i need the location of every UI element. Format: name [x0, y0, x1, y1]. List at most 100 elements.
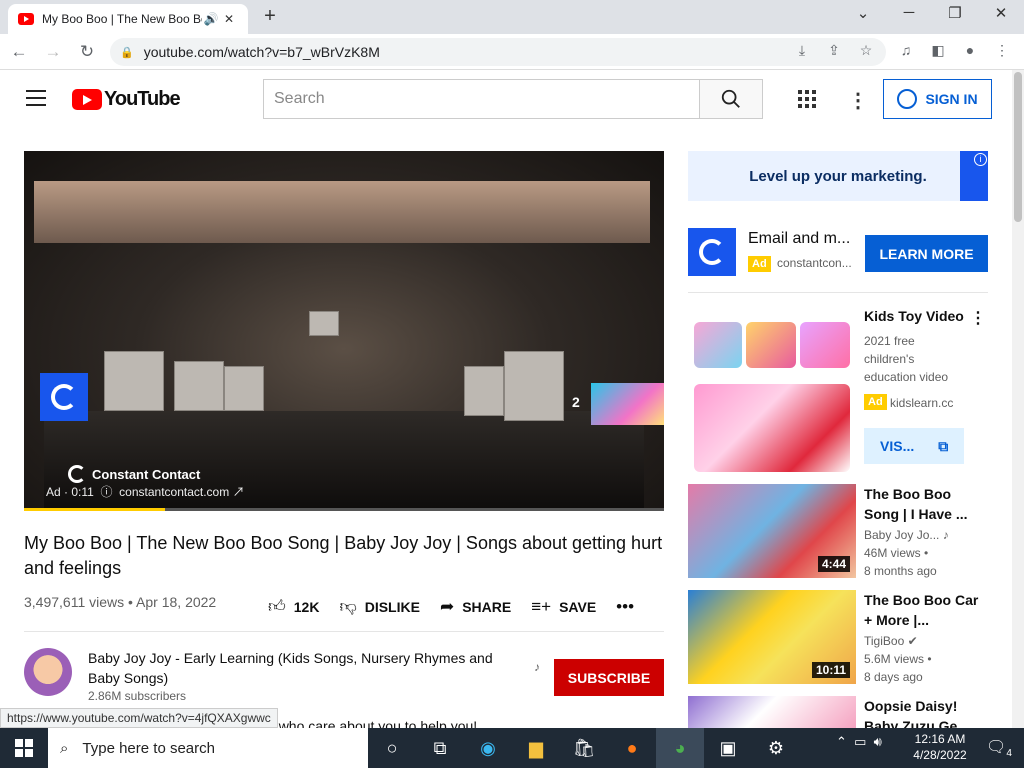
channel-name[interactable]: Baby Joy Joy - Early Learning (Kids Song…: [88, 648, 528, 688]
cortana-icon[interactable]: ○: [368, 728, 416, 768]
video-actions: 👍︎ 12K 👎︎ DISLIKE ➦ SHARE ≡+ SAVE •••: [268, 596, 654, 617]
task-view-icon[interactable]: ⧉: [416, 728, 464, 768]
video-thumbnail[interactable]: [688, 696, 856, 728]
taskbar-search[interactable]: ⌕ Type here to search: [48, 728, 368, 768]
recommendation-title[interactable]: The Boo Boo Song | I Have ...: [864, 484, 984, 524]
kids-ad-menu-icon[interactable]: ⋮: [970, 308, 986, 328]
channel-avatar[interactable]: [24, 648, 72, 696]
back-button[interactable]: ←: [4, 42, 34, 62]
photos-icon[interactable]: ▣: [704, 728, 752, 768]
divider: [24, 631, 664, 632]
external-link-icon: ⧉: [938, 437, 949, 454]
recommendation-item[interactable]: 10:11 The Boo Boo Car + More |... TigiBo…: [688, 590, 988, 684]
recommendation-title[interactable]: The Boo Boo Car + More |...: [864, 590, 984, 630]
kids-ad-title[interactable]: Kids Toy Video: [864, 308, 964, 324]
new-tab-button[interactable]: +: [258, 5, 282, 28]
start-button[interactable]: [0, 728, 48, 768]
close-window-button[interactable]: ✕: [986, 4, 1016, 22]
ad-banner[interactable]: Level up your marketing.: [688, 151, 988, 201]
firefox-icon[interactable]: ●: [608, 728, 656, 768]
forward-button[interactable]: →: [38, 42, 68, 62]
chrome-icon[interactable]: ◕: [656, 728, 704, 768]
file-explorer-icon[interactable]: ▆: [512, 728, 560, 768]
recommendation-age: 8 days ago: [864, 670, 923, 684]
bookmark-star-icon[interactable]: ☆: [856, 42, 876, 59]
system-tray[interactable]: ⌃ ▭ 🔊︎: [836, 734, 882, 750]
video-views-date: 3,497,611 views • Apr 18, 2022: [24, 594, 217, 610]
share-button[interactable]: ➦ SHARE: [440, 597, 511, 617]
visit-label: VIS...: [880, 438, 915, 454]
tab-search-icon[interactable]: ⌄: [848, 4, 878, 22]
youtube-logo[interactable]: YouTube: [72, 88, 181, 111]
dislike-label: DISLIKE: [364, 598, 420, 615]
skip-countdown: 2: [572, 394, 580, 410]
store-icon[interactable]: 🛍︎: [560, 728, 608, 768]
taskbar-clock[interactable]: 12:16 AM 4/28/2022: [906, 731, 974, 763]
settings-menu-icon[interactable]: ⋮: [848, 88, 868, 113]
profile-icon[interactable]: ●: [960, 42, 980, 58]
recommendation-item[interactable]: 4:44 The Boo Boo Song | I Have ... Baby …: [688, 484, 988, 578]
constant-contact-logo-icon[interactable]: [40, 373, 88, 421]
search-input[interactable]: [263, 79, 700, 119]
video-frame: [24, 151, 664, 511]
music-note-icon: ♪: [534, 660, 540, 674]
progress-fill: [24, 508, 165, 511]
apps-grid-icon[interactable]: [798, 90, 816, 108]
info-icon[interactable]: ⓘ: [97, 485, 116, 499]
like-button[interactable]: 👍︎ 12K: [268, 596, 319, 617]
minimize-button[interactable]: ─: [894, 4, 924, 21]
notification-center-icon[interactable]: 🗨︎4: [986, 737, 1012, 759]
hamburger-menu-icon[interactable]: [26, 90, 46, 111]
ad-domain-link[interactable]: constantcontact.com: [119, 485, 229, 499]
recommendation-item[interactable]: Oopsie Daisy! Baby Zuzu Ge...: [688, 696, 988, 728]
subscribe-button[interactable]: SUBSCRIBE: [554, 659, 664, 696]
reload-button[interactable]: ↻: [72, 42, 102, 62]
media-control-icon[interactable]: ♫: [896, 42, 916, 58]
kids-ad-description: 2021 free children's education video: [864, 334, 949, 384]
video-thumbnail[interactable]: 10:11: [688, 590, 856, 684]
youtube-header: YouTube ⋮ SIGN IN: [0, 70, 1012, 128]
sign-in-button[interactable]: SIGN IN: [883, 79, 992, 119]
restore-button[interactable]: ❐: [940, 4, 970, 22]
ad-badge: Ad: [748, 256, 771, 272]
like-count: 12K: [293, 598, 320, 615]
side-panel-icon[interactable]: ◧: [928, 42, 948, 59]
browser-toolbar: ← → ↻ 🔒 youtube.com/watch?v=b7_wBrVzK8M …: [0, 34, 1024, 70]
url-text: youtube.com/watch?v=b7_wBrVzK8M: [143, 44, 380, 60]
page-scrollbar[interactable]: [1012, 70, 1024, 728]
speaker-icon[interactable]: 🔊: [202, 12, 220, 26]
recommendation-title[interactable]: Oopsie Daisy! Baby Zuzu Ge...: [864, 696, 984, 728]
next-video-thumbnail[interactable]: [591, 383, 664, 425]
browser-tab[interactable]: My Boo Boo | The New Boo Boo Song 🔊 ✕: [8, 4, 248, 34]
edge-icon[interactable]: ◉: [464, 728, 512, 768]
playlist-add-icon: ≡+: [531, 596, 552, 616]
browser-tab-strip: My Boo Boo | The New Boo Boo Song 🔊 ✕ + …: [0, 0, 1024, 34]
video-thumbnail[interactable]: 4:44: [688, 484, 856, 578]
install-icon[interactable]: ⤓: [792, 42, 812, 59]
kids-ad-thumbnails[interactable]: [688, 308, 856, 478]
video-player[interactable]: Constant Contact Ad · 0:11 ⓘ constantcon…: [24, 151, 664, 511]
ad-logo-icon[interactable]: [688, 228, 736, 276]
ad-badge: Ad: [864, 394, 887, 410]
share-label: SHARE: [462, 598, 512, 615]
save-button[interactable]: ≡+ SAVE: [531, 597, 596, 617]
video-progress-bar[interactable]: [24, 508, 664, 511]
recommendation-views: 46M views •: [864, 546, 929, 560]
visit-button[interactable]: VIS... ⧉: [864, 428, 964, 464]
dislike-button[interactable]: 👎︎ DISLIKE: [339, 596, 420, 617]
chrome-menu-icon[interactable]: ⋮: [992, 42, 1012, 59]
settings-gear-icon[interactable]: ⚙: [752, 728, 800, 768]
search-button[interactable]: [699, 79, 763, 119]
ad-info-icon[interactable]: i: [974, 153, 987, 166]
ad-title[interactable]: Email and m...: [748, 230, 850, 248]
share-icon[interactable]: ⇪: [824, 42, 844, 59]
video-duration: 10:11: [811, 662, 850, 678]
more-actions-icon[interactable]: •••: [616, 597, 634, 617]
address-bar[interactable]: 🔒 youtube.com/watch?v=b7_wBrVzK8M: [110, 38, 886, 66]
brand-text: Constant Contact: [92, 466, 201, 482]
recommendation-channel: TigiBoo ✔: [864, 634, 918, 648]
close-tab-icon[interactable]: ✕: [220, 12, 238, 26]
clock-date: 4/28/2022: [913, 748, 967, 762]
tab-title: My Boo Boo | The New Boo Boo Song: [42, 12, 202, 26]
learn-more-button[interactable]: LEARN MORE: [865, 235, 988, 272]
